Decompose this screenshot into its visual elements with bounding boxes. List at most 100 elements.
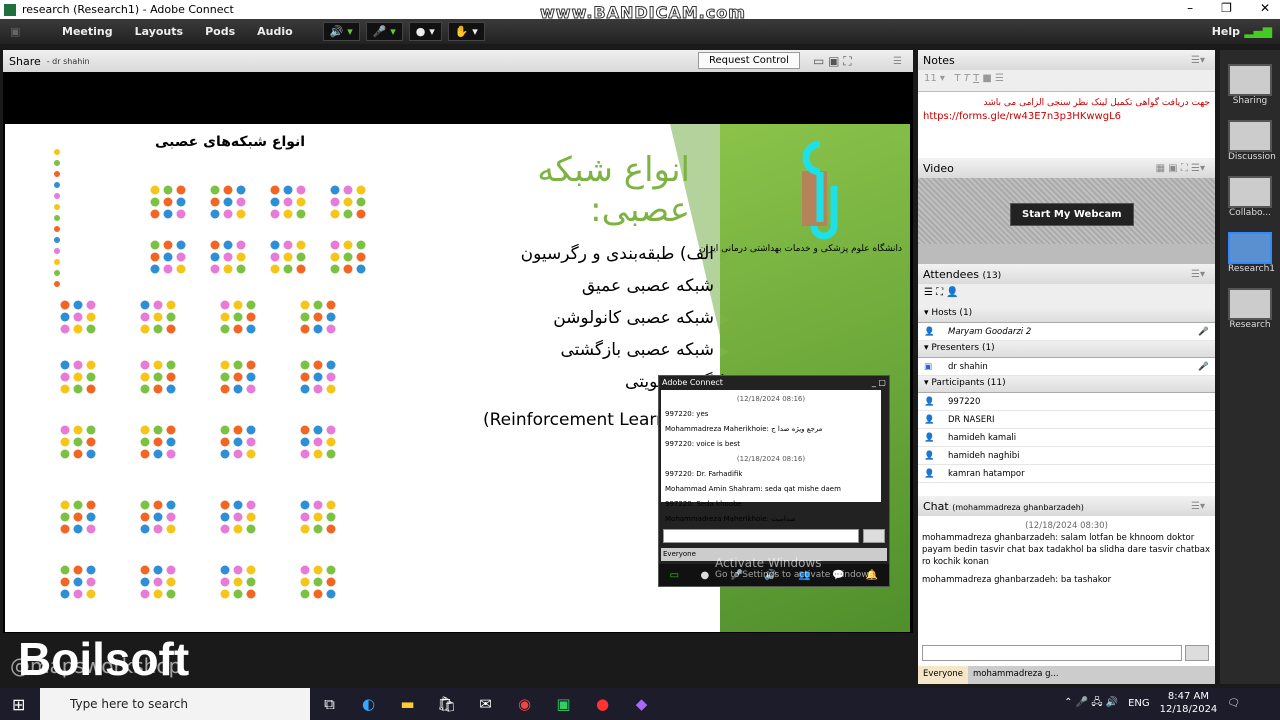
popup-send-button[interactable]: [863, 529, 885, 543]
chat-send-button[interactable]: [1185, 645, 1209, 661]
menu-layouts[interactable]: Layouts: [135, 25, 183, 38]
mail-icon[interactable]: ✉: [466, 695, 505, 713]
participant-icon: 👤: [924, 432, 935, 443]
pod-menu-icon[interactable]: ☰▾: [1191, 501, 1205, 512]
windows-taskbar: ⊞ Type here to search ⧉ ◐ ▬ 🛍 ✉ ◉ ▣ ● ◆ …: [0, 688, 1280, 720]
chat-message: Mohammadreza Maherikhoie: صداست: [665, 515, 796, 523]
attendee-count: (13): [982, 269, 1002, 281]
chat-message: Mohammadreza Maherikhoie: مرجع ویژه صدا …: [665, 425, 823, 433]
system-tray: ⌃ 🎤 🖧 🔊 ENG 8:47 AM 12/18/2024 🗨: [1064, 690, 1240, 716]
chat-tabs: Everyone mohammadreza g...: [918, 666, 1215, 684]
pod-menu-icon[interactable]: ☰: [893, 56, 902, 67]
layout-collaboration[interactable]: Collabo...: [1228, 176, 1272, 218]
minimize-button[interactable]: –: [1187, 1, 1193, 15]
menu-pods[interactable]: Pods: [205, 25, 235, 38]
chat-tab-private[interactable]: mohammadreza g...: [968, 666, 1064, 684]
chrome-icon[interactable]: ◉: [505, 695, 544, 713]
chat-message: 997220: Seda khoobe: [665, 500, 742, 508]
chat-tab-everyone[interactable]: Everyone: [918, 666, 968, 684]
pod-menu-icon[interactable]: ▦ ▣ ⛶ ☰▾: [1156, 163, 1205, 174]
maximize-button[interactable]: ❐: [1221, 1, 1232, 15]
tray-icons[interactable]: ⌃ 🎤 🖧 🔊: [1064, 695, 1118, 712]
menu-audio[interactable]: Audio: [257, 25, 293, 38]
layout-discussion[interactable]: Discussion: [1228, 120, 1276, 162]
raise-hand-icon[interactable]: ✋ ▾: [447, 22, 485, 41]
attendees-title: Attendees: [923, 267, 979, 281]
layout-label: Collabo...: [1229, 208, 1271, 218]
menu-meeting[interactable]: Meeting: [62, 25, 113, 38]
share-screen-icon[interactable]: ▭: [670, 570, 679, 581]
chat-message: 997220: Dr. Farhadifik: [665, 470, 743, 478]
layout-research[interactable]: Research: [1228, 288, 1272, 330]
webcam-icon[interactable]: ● ▾: [408, 22, 442, 41]
pod-menu-icon[interactable]: ☰▾: [1191, 269, 1205, 280]
request-control-button[interactable]: Request Control: [698, 52, 800, 69]
taskbar-search[interactable]: Type here to search: [40, 688, 310, 720]
attendee-view-toggle[interactable]: ☰ ⛶ 👤: [918, 284, 1215, 306]
chat-message: mohammadreza ghanbarzadeh: salam lotfan …: [922, 533, 1211, 567]
presenter-name: - dr shahin: [46, 56, 90, 66]
chat-input[interactable]: [922, 645, 1182, 661]
group-participants[interactable]: ▾ Participants (11): [918, 376, 1215, 393]
layout-label: Research: [1229, 320, 1271, 330]
notes-text: جهت دریافت گواهی تکمیل لینک نظر سنجی الز…: [983, 98, 1210, 108]
activate-windows-watermark: Activate Windows Go to Settings to activa…: [715, 556, 876, 580]
mic-active-icon: 🎤: [1198, 361, 1209, 372]
layout-sharing[interactable]: Sharing: [1228, 64, 1272, 106]
university-logo-icon: [802, 140, 838, 240]
bullet: الف) طبقه‌بندی و رگرسیون: [520, 244, 714, 264]
attendee-name[interactable]: kamran hatampor: [948, 469, 1025, 479]
popup-messages: (12/18/2024 08:16) 997220: yes Mohammadr…: [661, 390, 881, 523]
close-button[interactable]: ✕: [1260, 1, 1270, 15]
attendee-name[interactable]: dr shahin: [948, 362, 988, 372]
share-title: Share: [9, 54, 41, 68]
attendee-name[interactable]: Maryam Goodarzi 2: [948, 327, 1031, 337]
windows-start-icon[interactable]: ⊞: [12, 695, 25, 714]
attendee-name[interactable]: hamideh kamali: [948, 433, 1016, 443]
clock[interactable]: 8:47 AM 12/18/2024: [1160, 690, 1218, 716]
notes-pod: Notes ☰▾ 11 ▾ T T T ■ ☰ جهت دریافت گواهی …: [918, 50, 1215, 158]
layout-research1[interactable]: Research1: [1228, 232, 1276, 274]
speaker-icon[interactable]: 🔊 ▾: [322, 22, 360, 41]
group-hosts[interactable]: ▾ Hosts (1): [918, 306, 1215, 323]
layout-label: Sharing: [1232, 96, 1268, 106]
neural-network-zoo-image: [54, 149, 366, 599]
view-mode-icon[interactable]: ▭ ▣ ⛶: [813, 54, 852, 69]
edge-icon[interactable]: ◐: [349, 695, 388, 713]
date: 12/18/2024: [1159, 704, 1218, 715]
notes-title: Notes: [923, 53, 955, 67]
attendees-pod: Attendees (13) ☰▾ ☰ ⛶ 👤 ▾ Hosts (1) 👤 Mary…: [918, 264, 1215, 496]
attendee-name[interactable]: 997220: [948, 397, 980, 407]
popup-chat-input[interactable]: [663, 529, 859, 543]
start-webcam-button[interactable]: Start My Webcam: [1010, 203, 1134, 226]
popup-window-controls[interactable]: _ ▢: [872, 378, 886, 387]
menu-help[interactable]: Help: [1212, 25, 1240, 38]
participant-icon: 👤: [924, 450, 935, 461]
video-pod: Video ▦ ▣ ⛶ ☰▾ Start My Webcam: [918, 158, 1215, 264]
participant-icon: 👤: [924, 396, 935, 407]
participant-icon: 👤: [924, 468, 935, 479]
group-label: Participants (11): [931, 378, 1006, 388]
bandicam-icon[interactable]: ●: [583, 695, 622, 713]
file-explorer-icon[interactable]: ▬: [388, 695, 427, 713]
webcam-icon[interactable]: ●: [700, 570, 709, 581]
microphone-icon[interactable]: 🎤 ▾: [365, 22, 403, 41]
pod-menu-icon[interactable]: ☰▾: [1191, 55, 1205, 66]
layout-label: Research1: [1228, 264, 1276, 274]
boilsoft-watermark: Boilsoft: [18, 633, 190, 685]
chat-message: Mohammad Amin Shahram: seda qat mishe da…: [665, 485, 841, 493]
attendee-name[interactable]: hamideh naghibi: [948, 451, 1019, 461]
notes-link[interactable]: https://forms.gle/rw43E7n3p3HKwwgL6: [923, 110, 1210, 124]
layout-label: Discussion: [1228, 152, 1276, 162]
font-size-select[interactable]: 11: [924, 73, 937, 84]
task-view-icon[interactable]: ⧉: [310, 695, 349, 713]
store-icon[interactable]: 🛍: [427, 695, 466, 713]
group-presenters[interactable]: ▾ Presenters (1): [918, 341, 1215, 358]
menu-bar: ▣ Meeting Layouts Pods Audio 🔊 ▾ 🎤 ▾ ● ▾…: [0, 19, 1280, 44]
app-icon[interactable]: ◆: [622, 695, 661, 713]
adobe-connect-icon[interactable]: ▣: [544, 695, 583, 713]
language-indicator[interactable]: ENG: [1128, 698, 1150, 709]
notifications-icon[interactable]: 🗨: [1227, 698, 1240, 709]
attendee-name[interactable]: DR NASERI: [948, 415, 995, 425]
chat-date: (12/18/2024 08:30): [1025, 521, 1108, 531]
